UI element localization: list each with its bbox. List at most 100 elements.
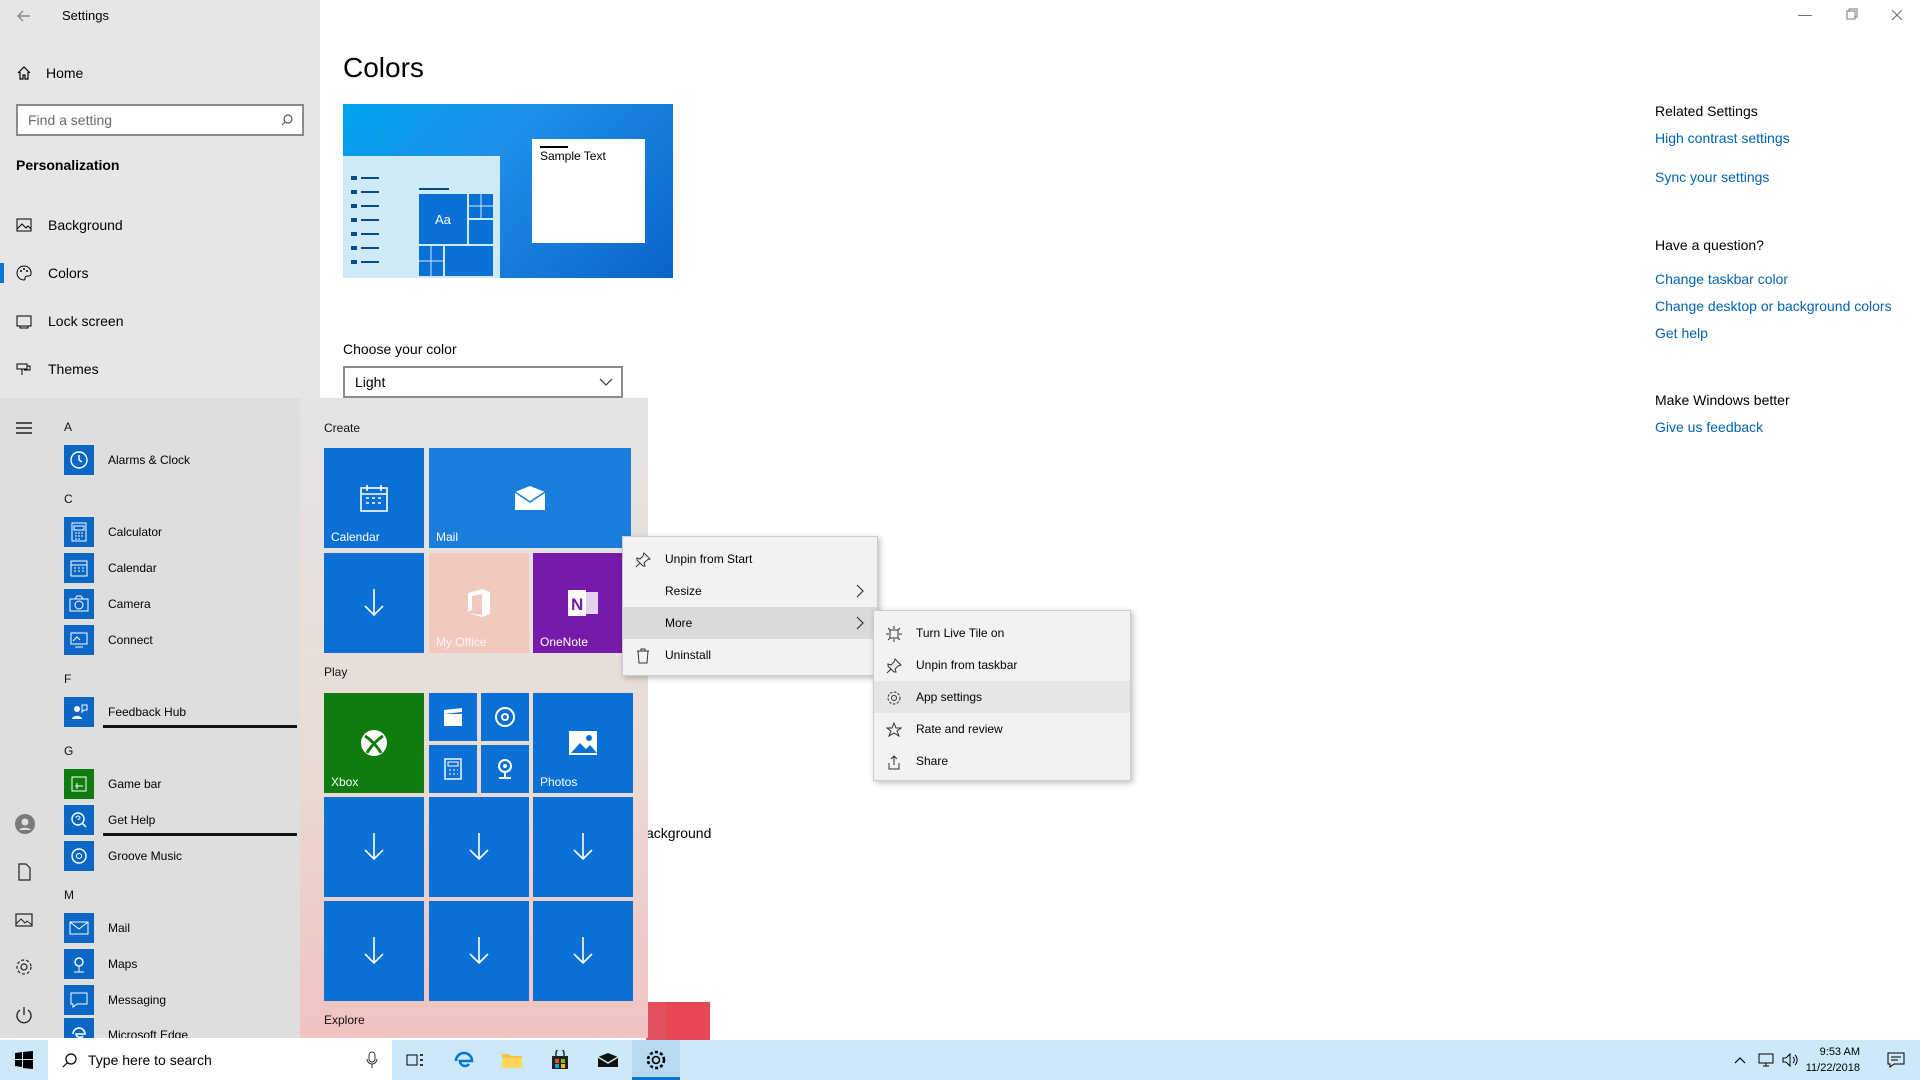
- hamburger-menu-icon[interactable]: [14, 418, 36, 440]
- documents-icon[interactable]: [14, 862, 36, 884]
- tile-xbox[interactable]: Xbox: [324, 693, 424, 793]
- tile-downloading[interactable]: [533, 901, 633, 1001]
- start-button[interactable]: [0, 1040, 48, 1080]
- taskbar-file-explorer[interactable]: [488, 1040, 536, 1080]
- nav-item-lock-screen[interactable]: Lock screen: [0, 301, 320, 341]
- menu-item-resize[interactable]: Resize: [623, 575, 877, 607]
- related-settings-title: Related Settings: [1655, 103, 1758, 119]
- letter-header[interactable]: F: [64, 672, 71, 686]
- tile-downloading[interactable]: [324, 797, 424, 897]
- choose-color-dropdown[interactable]: Light: [343, 366, 623, 398]
- taskbar-clock[interactable]: 9:53 AM 11/22/2018: [1790, 1044, 1860, 1076]
- menu-item-app-settings[interactable]: App settings: [874, 681, 1130, 713]
- accent-swatch-partial[interactable]: [646, 1002, 666, 1040]
- letter-header[interactable]: G: [64, 744, 73, 758]
- nav-home[interactable]: Home: [16, 62, 83, 84]
- pictures-icon[interactable]: [14, 910, 36, 932]
- back-button[interactable]: [14, 6, 36, 28]
- tile-photos[interactable]: Photos: [533, 693, 633, 793]
- window-title: Settings: [62, 8, 109, 23]
- app-camera[interactable]: Camera: [64, 588, 151, 620]
- show-hidden-icons[interactable]: [1728, 1040, 1752, 1080]
- app-calendar[interactable]: Calendar: [64, 552, 157, 584]
- app-feedback-hub[interactable]: Feedback Hub: [64, 696, 186, 728]
- app-microsoft-edge[interactable]: Microsoft Edge: [64, 1018, 188, 1038]
- group-label-explore[interactable]: Explore: [324, 1013, 365, 1027]
- tile-downloading[interactable]: [429, 797, 529, 897]
- tile-calendar[interactable]: Calendar: [324, 448, 424, 548]
- app-game-bar[interactable]: Game bar: [64, 768, 161, 800]
- make-windows-better-title: Make Windows better: [1655, 392, 1790, 408]
- menu-item-unpin-taskbar[interactable]: Unpin from taskbar: [874, 649, 1130, 681]
- tile-downloading[interactable]: [533, 797, 633, 897]
- tile-calculator[interactable]: [429, 745, 477, 793]
- action-center-button[interactable]: [1872, 1040, 1920, 1080]
- maps-icon: [64, 949, 94, 979]
- chevron-right-icon: [856, 584, 864, 598]
- letter-header[interactable]: M: [64, 888, 74, 902]
- clapperboard-icon: [444, 708, 462, 726]
- nav-label: Lock screen: [48, 313, 124, 329]
- app-groove-music[interactable]: Groove Music: [64, 840, 182, 872]
- get-help-link[interactable]: Get help: [1655, 325, 1708, 341]
- find-setting-input[interactable]: Find a setting: [16, 104, 304, 136]
- tile-downloading[interactable]: [324, 901, 424, 1001]
- taskbar-search-box[interactable]: Type here to search: [48, 1040, 392, 1080]
- network-status[interactable]: [1754, 1040, 1778, 1080]
- group-label-create[interactable]: Create: [324, 421, 360, 435]
- tile-downloading[interactable]: [324, 553, 424, 653]
- app-connect[interactable]: Connect: [64, 624, 153, 656]
- tile-downloading[interactable]: [429, 901, 529, 1001]
- tile-groove[interactable]: [481, 693, 529, 741]
- taskbar-settings[interactable]: [632, 1040, 680, 1080]
- mail-icon: [514, 486, 546, 510]
- app-messaging[interactable]: Messaging: [64, 984, 166, 1016]
- more-submenu: Turn Live Tile on Unpin from taskbar App…: [873, 610, 1131, 781]
- group-label-play[interactable]: Play: [324, 665, 347, 679]
- menu-item-rate-review[interactable]: Rate and review: [874, 713, 1130, 745]
- tile-onenote[interactable]: N OneNote: [533, 553, 633, 653]
- app-maps[interactable]: Maps: [64, 948, 137, 980]
- page-title: Colors: [343, 52, 424, 83]
- menu-item-more[interactable]: More: [623, 607, 877, 639]
- download-arrow-icon: [469, 937, 489, 965]
- tile-my-office[interactable]: My Office: [429, 553, 529, 653]
- nav-item-background[interactable]: Background: [0, 205, 320, 245]
- chevron-down-icon: [599, 378, 613, 386]
- letter-header[interactable]: C: [64, 492, 73, 506]
- sync-settings-link[interactable]: Sync your settings: [1655, 169, 1769, 185]
- nav-item-colors[interactable]: Colors: [0, 253, 320, 293]
- letter-header[interactable]: A: [64, 420, 72, 434]
- taskbar-store[interactable]: [536, 1040, 584, 1080]
- settings-gear-icon[interactable]: [14, 957, 36, 979]
- app-mail[interactable]: Mail: [64, 912, 130, 944]
- give-feedback-link[interactable]: Give us feedback: [1655, 419, 1763, 435]
- menu-item-uninstall[interactable]: Uninstall: [623, 639, 877, 671]
- tile-label: OneNote: [540, 635, 589, 649]
- tile-mail[interactable]: Mail: [429, 448, 631, 548]
- menu-item-share[interactable]: Share: [874, 745, 1130, 777]
- power-icon[interactable]: [14, 1005, 36, 1027]
- taskbar-edge[interactable]: [440, 1040, 488, 1080]
- menu-item-unpin-start[interactable]: Unpin from Start: [623, 543, 877, 575]
- menu-item-live-tile[interactable]: Turn Live Tile on: [874, 617, 1130, 649]
- app-calculator[interactable]: Calculator: [64, 516, 162, 548]
- background-colors-link[interactable]: Change desktop or background colors: [1655, 298, 1892, 314]
- close-icon: [1891, 9, 1903, 21]
- sample-text: Sample Text: [540, 149, 606, 163]
- nav-item-themes[interactable]: Themes: [0, 349, 320, 389]
- restore-button[interactable]: [1836, 6, 1866, 26]
- task-view-button[interactable]: [392, 1040, 440, 1080]
- user-avatar-icon[interactable]: [14, 813, 36, 835]
- app-get-help[interactable]: Get Help: [64, 804, 155, 836]
- high-contrast-link[interactable]: High contrast settings: [1655, 130, 1790, 146]
- taskbar-mail[interactable]: [584, 1040, 632, 1080]
- tile-movies[interactable]: [429, 693, 477, 741]
- calculator-icon: [444, 758, 462, 780]
- tile-maps[interactable]: [481, 745, 529, 793]
- close-button[interactable]: [1882, 6, 1912, 26]
- accent-swatch-red[interactable]: [666, 1002, 710, 1040]
- app-alarms-clock[interactable]: Alarms & Clock: [64, 444, 190, 476]
- minimize-button[interactable]: —: [1790, 6, 1820, 26]
- taskbar-color-link[interactable]: Change taskbar color: [1655, 271, 1788, 287]
